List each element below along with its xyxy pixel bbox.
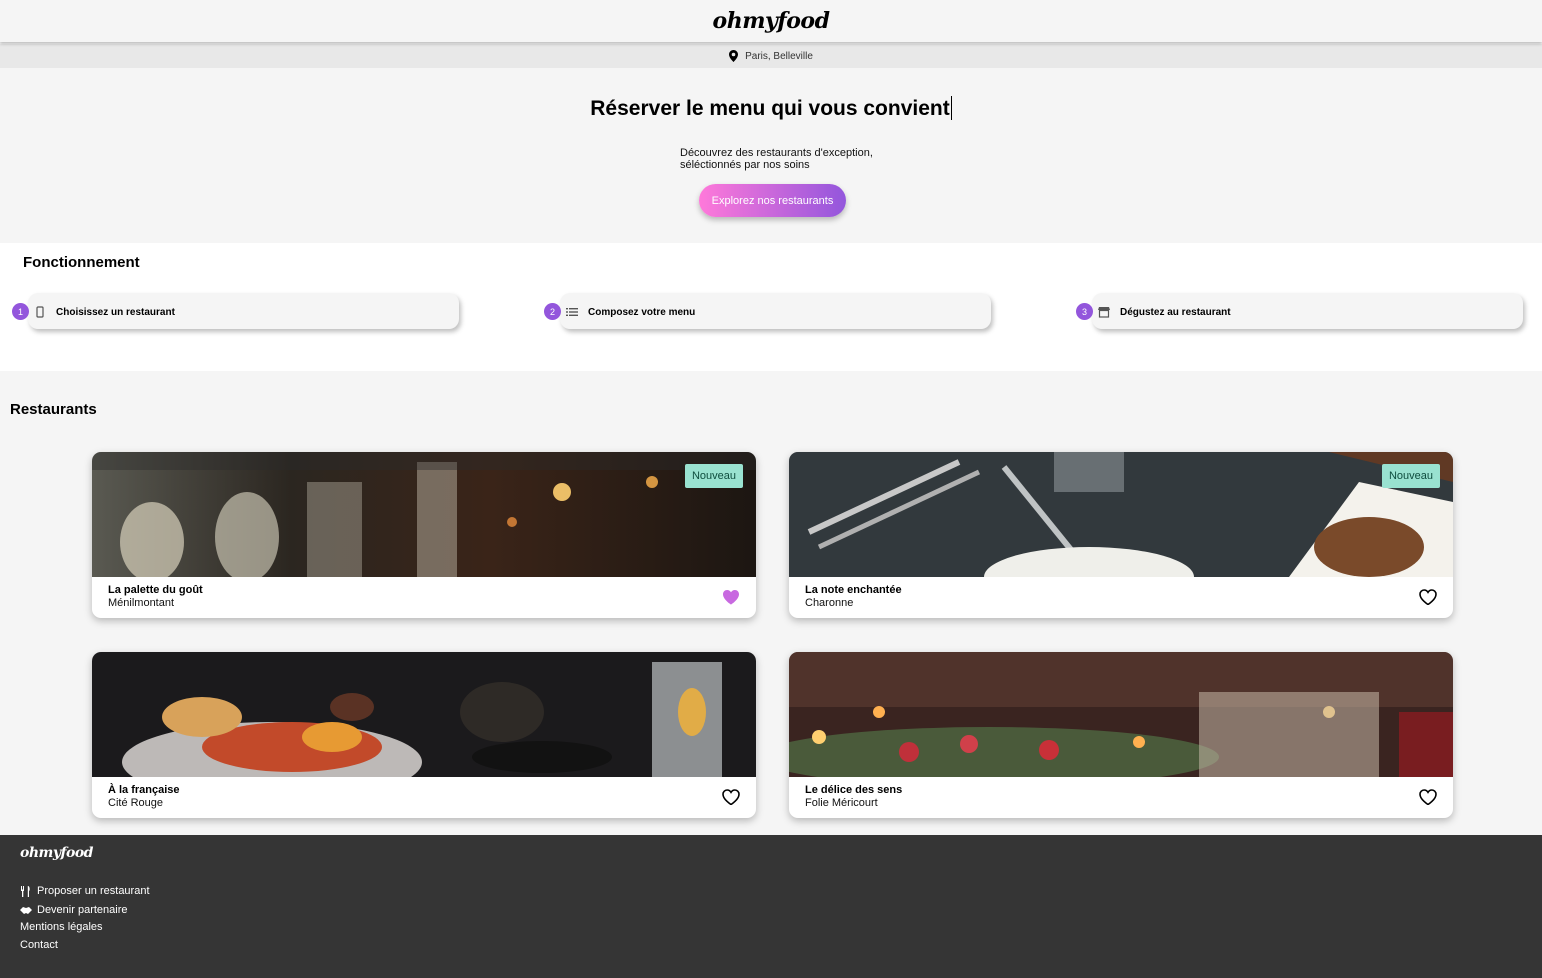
new-badge: Nouveau [684,464,743,488]
hero-title-text: Réserver le menu qui vous convient [590,97,950,120]
restaurant-card[interactable]: Nouveau La palette du goût Ménilmontant [92,452,756,618]
heart-outline-icon[interactable] [1419,589,1437,605]
contact-link[interactable]: Contact [20,939,58,951]
step-number-badge: 1 [12,303,29,320]
how-it-works-section: Fonctionnement 1 Choisissez un restauran… [0,243,1542,371]
hero-subtitle-line1: Découvrez des restaurants d'exception, [680,147,873,159]
restaurant-photo [92,452,756,577]
footer-link-label: Devenir partenaire [37,904,128,916]
restaurant-name: La note enchantée [805,584,902,596]
restaurant-photo [789,652,1453,777]
restaurant-area: Charonne [805,597,854,609]
utensils-icon [21,885,30,897]
restaurants-title: Restaurants [10,401,97,418]
step-label: Dégustez au restaurant [1120,307,1231,318]
location-text: Paris, Belleville [745,50,813,62]
hero-title: Réserver le menu qui vous convient [0,96,1542,121]
handshake-icon [20,906,32,914]
propose-restaurant-link[interactable]: Proposer un restaurant [20,885,150,897]
restaurant-name: Le délice des sens [805,784,903,796]
text-cursor [950,96,952,120]
step-number-badge: 3 [1076,303,1093,320]
map-pin-icon [729,50,739,62]
new-badge: Nouveau [1381,464,1440,488]
restaurant-card[interactable]: Le délice des sens Folie Méricourt [789,652,1453,818]
site-header: ohmyfood [0,0,1542,42]
footer-link-label: Proposer un restaurant [37,885,150,897]
restaurant-name: À la française [108,784,180,796]
phone-icon [36,306,44,318]
restaurant-card[interactable]: À la française Cité Rouge [92,652,756,818]
step-1: 1 Choisissez un restaurant [12,293,459,329]
site-footer: ohmyfood Proposer un restaurant Devenir … [0,835,1542,978]
how-it-works-title: Fonctionnement [23,254,140,271]
restaurant-photo [92,652,756,777]
location-bar: Paris, Belleville [0,44,1542,68]
heart-outline-icon[interactable] [1419,789,1437,805]
restaurant-area: Folie Méricourt [805,797,878,809]
hero-subtitle-line2: séléctionnés par nos soins [680,159,810,171]
step-2: 2 Composez votre menu [544,293,991,329]
restaurant-card[interactable]: Nouveau La note enchantée Charonne [789,452,1453,618]
heart-filled-icon[interactable] [722,589,740,605]
legal-notice-link[interactable]: Mentions légales [20,921,103,933]
hero-subtitle: Découvrez des restaurants d'exception, s… [680,147,873,171]
site-logo[interactable]: ohmyfood [713,8,830,34]
restaurant-area: Cité Rouge [108,797,164,809]
heart-outline-icon[interactable] [722,789,740,805]
list-icon [566,308,578,316]
restaurant-area: Ménilmontant [108,597,175,609]
step-label: Composez votre menu [588,307,696,318]
footer-logo[interactable]: ohmyfood [20,845,93,861]
store-icon [1098,307,1110,318]
step-label: Choisissez un restaurant [56,307,175,318]
restaurant-name: La palette du goût [108,584,203,596]
become-partner-link[interactable]: Devenir partenaire [20,904,128,916]
explore-restaurants-button[interactable]: Explorez nos restaurants [699,184,846,217]
step-3: 3 Dégustez au restaurant [1076,293,1523,329]
step-number-badge: 2 [544,303,561,320]
hero-section: Réserver le menu qui vous convient Décou… [0,68,1542,243]
restaurant-photo [789,452,1453,577]
